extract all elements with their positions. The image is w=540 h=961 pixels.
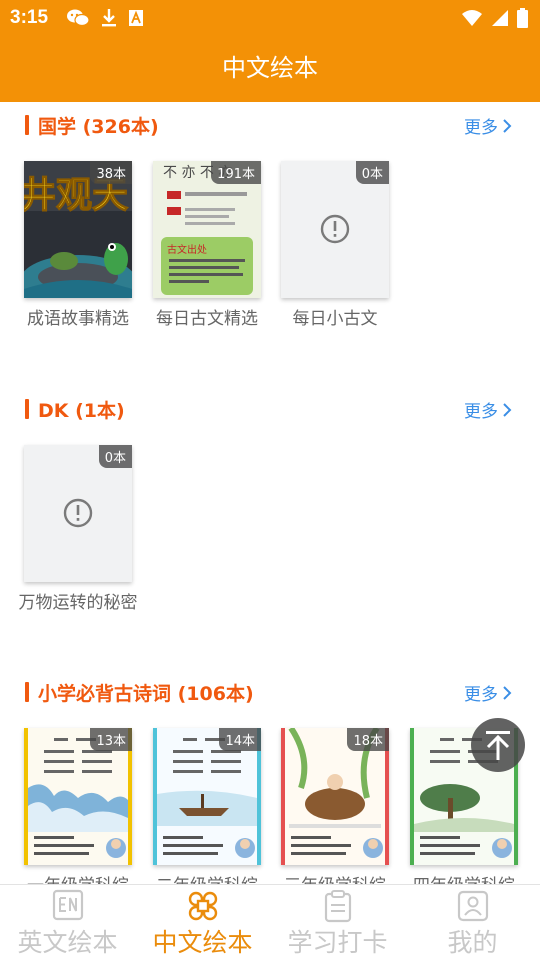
book-card[interactable]: 18本 三年级学科综 xyxy=(281,728,389,884)
scroll-to-top-button[interactable] xyxy=(471,718,525,772)
page-title: 中文绘本 xyxy=(222,54,318,82)
book-cover: 0本 xyxy=(281,161,389,298)
book-card[interactable]: 13本 一年级学科综 xyxy=(24,728,132,884)
book-title: 每日小古文 xyxy=(292,309,378,329)
book-count-badge: 0本 xyxy=(98,445,132,468)
section-title: 小学必背古诗词 (106本) xyxy=(38,683,254,705)
book-title: 成语故事精选 xyxy=(27,309,129,329)
tab-label: 我的 xyxy=(447,928,498,957)
book-cover: 不 亦 不 亦 古文出处 191本 xyxy=(153,161,261,298)
section-header-poems: 小学必背古诗词 (106本) 更多 xyxy=(0,671,540,711)
book-card[interactable]: 0本 万物运转的秘密 xyxy=(19,445,138,613)
chevron-right-icon xyxy=(503,402,512,417)
tab-study-checkin[interactable]: 学习打卡 xyxy=(270,885,405,961)
bottom-navigation: 英文绘本 中文绘本 学习打卡 我的 xyxy=(0,884,540,961)
arrow-up-icon xyxy=(486,731,510,760)
section-accent-bar xyxy=(25,399,29,419)
signal-icon xyxy=(492,10,508,26)
more-label: 更多 xyxy=(464,118,498,138)
book-count-badge: 13本 xyxy=(90,728,132,751)
book-cover: 13本 xyxy=(24,728,132,865)
book-title: 二年级学科综 xyxy=(139,873,275,884)
book-cover: 14本 xyxy=(153,728,261,865)
more-link[interactable]: 更多 xyxy=(464,397,512,422)
more-link[interactable]: 更多 xyxy=(464,113,512,138)
tab-english-picture-books[interactable]: 英文绘本 xyxy=(0,885,135,961)
app-bar: 中文绘本 xyxy=(0,36,540,102)
book-card[interactable]: 井观天 38本 成语故事精选 xyxy=(24,161,132,329)
book-list[interactable]: 国学 (326本) 更多 井观天 38本 成语故事精选 不 亦 不 亦 古文出处… xyxy=(0,102,540,884)
alert-circle-icon xyxy=(63,498,93,528)
book-title: 万物运转的秘密 xyxy=(18,593,138,613)
battery-icon xyxy=(517,8,528,28)
section-accent-bar xyxy=(25,115,29,135)
chevron-right-icon xyxy=(503,685,512,700)
book-title: 一年级学科综 xyxy=(10,873,146,884)
book-count-badge: 0本 xyxy=(355,161,389,184)
en-book-icon xyxy=(52,889,84,921)
alert-circle-icon xyxy=(320,214,350,244)
book-card[interactable]: 0本 每日小古文 xyxy=(281,161,389,329)
clipboard-icon xyxy=(324,890,352,923)
text-a-icon xyxy=(129,10,143,26)
book-count-badge: 191本 xyxy=(211,161,261,184)
book-cover: 0本 xyxy=(24,445,132,582)
more-label: 更多 xyxy=(464,402,498,422)
book-card[interactable]: 不 亦 不 亦 古文出处 191本 每日古文精选 xyxy=(153,161,261,329)
book-card[interactable]: 14本 二年级学科综 xyxy=(153,728,261,884)
status-bar: 3:15 xyxy=(0,0,540,36)
tab-mine[interactable]: 我的 xyxy=(405,885,540,961)
section-accent-bar xyxy=(25,682,29,702)
tab-chinese-picture-books[interactable]: 中文绘本 xyxy=(135,885,270,961)
more-label: 更多 xyxy=(464,685,498,705)
section-title: 国学 (326本) xyxy=(38,116,159,138)
cover-heading-text: 古文出处 xyxy=(167,243,207,256)
book-count-badge: 18本 xyxy=(347,728,389,751)
section-header-guoxue: 国学 (326本) 更多 xyxy=(0,104,540,144)
chevron-right-icon xyxy=(503,118,512,133)
tab-label: 学习打卡 xyxy=(287,928,388,957)
clover-icon xyxy=(188,891,218,921)
tab-label: 中文绘本 xyxy=(152,928,253,957)
book-count-badge: 38本 xyxy=(90,161,132,184)
status-time: 3:15 xyxy=(10,7,49,28)
tab-label: 英文绘本 xyxy=(17,928,118,957)
more-link[interactable]: 更多 xyxy=(464,680,512,705)
book-title: 四年级学科综 xyxy=(396,873,532,884)
book-count-badge: 14本 xyxy=(219,728,261,751)
wechat-icon xyxy=(67,9,90,27)
book-cover: 井观天 38本 xyxy=(24,161,132,298)
wifi-icon xyxy=(462,10,482,26)
section-header-dk: DK (1本) 更多 xyxy=(0,388,540,428)
section-title: DK (1本) xyxy=(38,400,125,422)
book-title: 三年级学科综 xyxy=(267,873,403,884)
profile-card-icon xyxy=(457,890,489,922)
book-cover: 18本 xyxy=(281,728,389,865)
download-icon xyxy=(102,9,116,27)
book-title: 每日古文精选 xyxy=(156,309,258,329)
